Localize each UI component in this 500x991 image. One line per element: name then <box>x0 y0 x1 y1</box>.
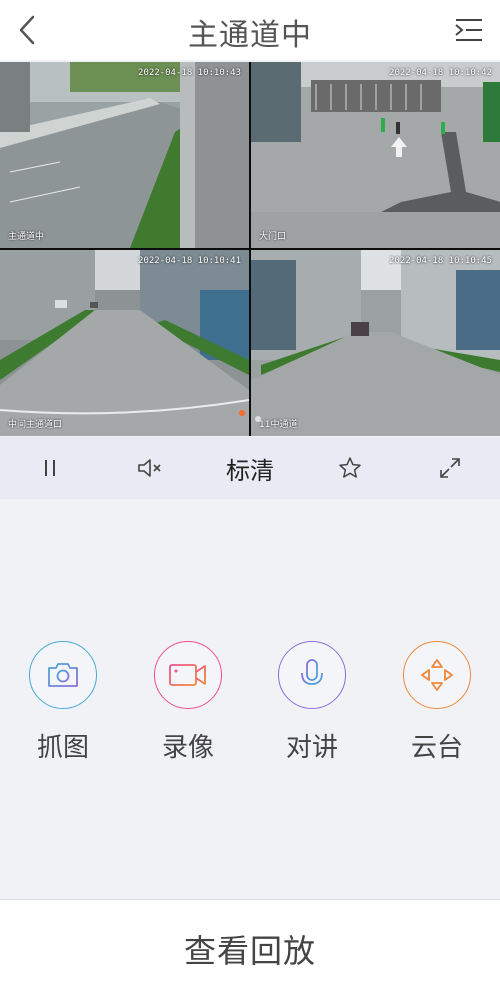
camera-feed-2 <box>251 62 500 248</box>
pause-button[interactable] <box>25 437 75 499</box>
camera-feed-1 <box>0 62 249 248</box>
snapshot-button[interactable]: 抓图 <box>13 641 113 764</box>
page-title: 主通道中 <box>188 18 312 53</box>
intercom-label: 对讲 <box>285 733 338 763</box>
playback-toolbar: 标清 <box>0 437 500 499</box>
fullscreen-button[interactable] <box>425 437 475 499</box>
ptz-circle <box>403 641 471 709</box>
star-icon <box>339 457 361 478</box>
mute-icon <box>138 459 161 477</box>
list-menu-icon <box>455 19 482 41</box>
camera-name: 中间主通道口 <box>8 420 63 430</box>
camera-view-4[interactable]: 2022-04-18 10:10:45 11中通道 <box>251 250 500 436</box>
microphone-icon <box>301 659 323 690</box>
camera-timestamp: 2022-04-18 10:10:42 <box>389 68 492 78</box>
camera-timestamp: 2022-04-18 10:10:45 <box>389 256 492 266</box>
ptz-button[interactable]: 云台 <box>387 641 487 764</box>
camera-timestamp: 2022-04-18 10:10:41 <box>138 256 241 266</box>
function-panel: 抓图 录像 对讲 云台 <box>0 499 500 899</box>
favorite-button[interactable] <box>325 437 375 499</box>
record-label: 录像 <box>161 733 214 763</box>
ptz-label: 云台 <box>410 733 463 763</box>
pause-icon <box>45 460 55 476</box>
camera-name: 大门口 <box>259 232 287 242</box>
mute-button[interactable] <box>125 437 175 499</box>
camera-name: 主通道中 <box>8 232 45 242</box>
camera-view-1[interactable]: 2022-04-18 10:10:43 主通道中 <box>0 62 249 248</box>
intercom-button[interactable]: 对讲 <box>262 641 362 764</box>
camera-view-3[interactable]: 2022-04-18 10:10:41 中间主通道口 <box>0 250 249 436</box>
selected-indicator <box>255 416 261 422</box>
camera-feed-3 <box>0 250 249 436</box>
record-circle <box>154 641 222 709</box>
snapshot-circle <box>29 641 97 709</box>
fullscreen-icon <box>440 458 460 478</box>
top-bar: 主通道中 <box>0 0 500 60</box>
snapshot-label: 抓图 <box>36 733 89 763</box>
camera-name: 11中通道 <box>259 420 298 430</box>
ptz-direction-icon <box>421 659 453 691</box>
camera-timestamp: 2022-04-18 10:10:43 <box>138 68 241 78</box>
camera-feed-4 <box>251 250 500 436</box>
quality-toggle[interactable]: 标清 <box>200 437 300 499</box>
menu-button[interactable] <box>452 14 484 46</box>
intercom-circle <box>278 641 346 709</box>
camera-view-2[interactable]: 2022-04-18 10:10:42 大门口 <box>251 62 500 248</box>
view-playback-button[interactable]: 查看回放 <box>0 926 500 972</box>
recording-indicator <box>239 410 245 416</box>
camera-icon <box>48 663 78 687</box>
video-grid: 2022-04-18 10:10:43 主通道中 2022-04-18 10:1… <box>0 62 500 436</box>
video-camera-icon <box>169 664 206 686</box>
record-button[interactable]: 录像 <box>138 641 238 764</box>
bottom-bar: 查看回放 <box>0 899 500 991</box>
